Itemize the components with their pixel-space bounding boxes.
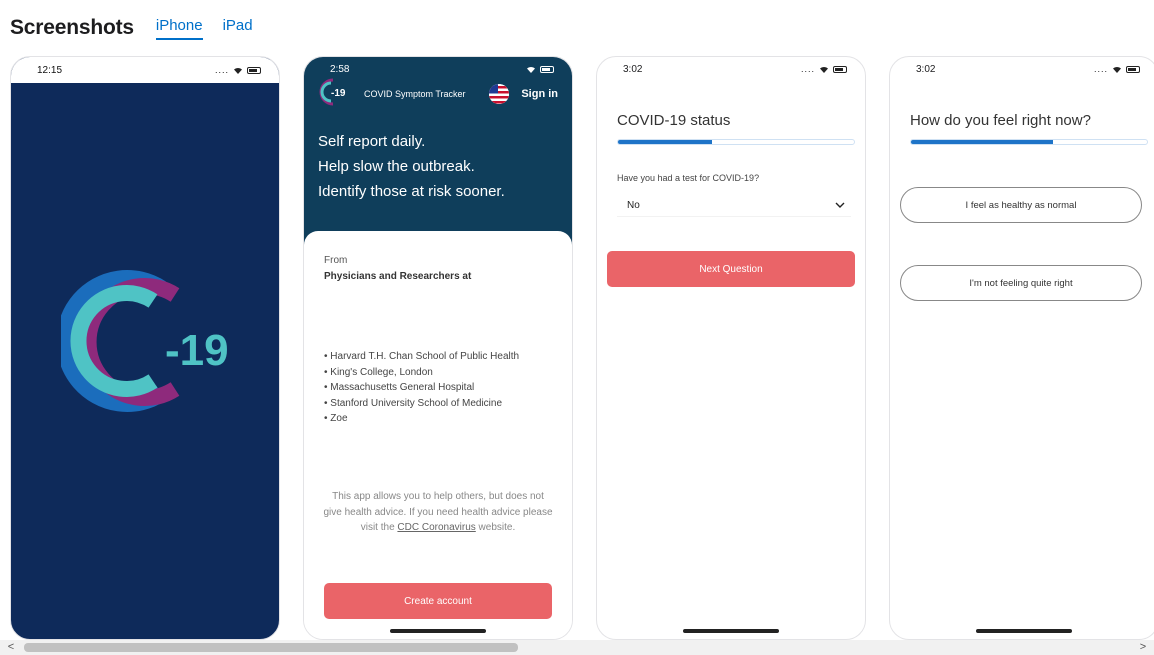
info-card: From Physicians and Researchers at Harva… bbox=[304, 231, 572, 639]
status-icons bbox=[526, 65, 554, 73]
tagline-line: Self report daily. bbox=[318, 133, 426, 150]
device-tabs: iPhone iPad bbox=[155, 17, 253, 40]
status-bar: 3:02 .... bbox=[597, 57, 865, 81]
signal-icon: .... bbox=[800, 64, 815, 74]
tagline: Self report daily. Help slow the outbrea… bbox=[318, 129, 505, 204]
disclaimer-text-end: website. bbox=[475, 522, 516, 533]
select-value: No bbox=[627, 200, 640, 211]
scrollbar-thumb[interactable] bbox=[24, 643, 518, 652]
horizontal-scrollbar[interactable]: < > bbox=[0, 640, 1154, 655]
status-time: 3:02 bbox=[623, 63, 643, 75]
app-logo-icon: -19 bbox=[318, 77, 354, 112]
healthy-option-button[interactable]: I feel as healthy as normal bbox=[900, 187, 1142, 223]
list-item: King's College, London bbox=[324, 365, 519, 381]
battery-icon bbox=[540, 65, 554, 73]
status-time: 12:15 bbox=[37, 64, 63, 76]
question-label: Have you had a test for COVID-19? bbox=[617, 173, 760, 183]
progress-bar bbox=[617, 139, 855, 145]
signal-icon: .... bbox=[214, 65, 229, 75]
page-title: COVID-19 status bbox=[617, 112, 731, 129]
sign-in-link[interactable]: Sign in bbox=[521, 88, 558, 100]
tagline-line: Help slow the outbreak. bbox=[318, 158, 475, 175]
app-store-screenshots: Screenshots iPhone iPad 12:15 .... -19 2… bbox=[0, 0, 1154, 655]
page-title: How do you feel right now? bbox=[910, 112, 1091, 129]
screenshot-welcome[interactable]: 2:58 -19 COVID Symptom Tracker Sign in S… bbox=[303, 56, 573, 640]
status-bar: 3:02 .... bbox=[890, 57, 1154, 81]
cdc-link[interactable]: CDC Coronavirus bbox=[397, 522, 475, 533]
status-bar: 12:15 .... bbox=[11, 57, 279, 83]
tab-ipad[interactable]: iPad bbox=[223, 17, 253, 40]
screenshots-header: Screenshots iPhone iPad bbox=[10, 8, 253, 40]
chevron-down-icon bbox=[835, 200, 845, 211]
app-bar: -19 COVID Symptom Tracker Sign in bbox=[318, 77, 558, 112]
logo-text: -19 bbox=[331, 88, 346, 99]
progress-bar bbox=[910, 139, 1148, 145]
welcome-hero: 2:58 -19 COVID Symptom Tracker Sign in S… bbox=[304, 57, 572, 247]
list-item: Harvard T.H. Chan School of Public Healt… bbox=[324, 349, 519, 365]
progress-fill bbox=[911, 140, 1053, 144]
home-indicator bbox=[976, 629, 1072, 633]
scroll-left-arrow[interactable]: < bbox=[4, 640, 18, 655]
status-icons: .... bbox=[215, 65, 261, 75]
scroll-right-arrow[interactable]: > bbox=[1136, 640, 1150, 655]
logo-text: -19 bbox=[165, 326, 229, 375]
wifi-icon bbox=[526, 65, 536, 73]
list-item: Zoe bbox=[324, 411, 519, 427]
list-item: Massachusetts General Hospital bbox=[324, 380, 519, 396]
signal-icon: .... bbox=[1093, 64, 1108, 74]
wifi-icon bbox=[819, 65, 829, 73]
home-indicator bbox=[683, 629, 779, 633]
screenshot-splash[interactable]: 12:15 .... -19 bbox=[10, 56, 280, 640]
battery-icon bbox=[247, 66, 261, 74]
list-item: Stanford University School of Medicine bbox=[324, 396, 519, 412]
battery-icon bbox=[1126, 65, 1140, 73]
disclaimer: This app allows you to help others, but … bbox=[322, 489, 554, 536]
tab-iphone[interactable]: iPhone bbox=[155, 17, 203, 40]
physicians-label: Physicians and Researchers at bbox=[324, 271, 472, 282]
progress-fill bbox=[618, 140, 713, 144]
test-select[interactable]: No bbox=[617, 195, 851, 217]
screenshot-covid-status[interactable]: 3:02 .... COVID-19 status Have you had a… bbox=[596, 56, 866, 640]
status-icons: .... bbox=[801, 64, 847, 74]
status-icons: .... bbox=[1094, 64, 1140, 74]
c19-logo: -19 bbox=[56, 267, 251, 422]
home-indicator bbox=[390, 629, 486, 633]
app-name: COVID Symptom Tracker bbox=[364, 89, 466, 99]
status-time: 3:02 bbox=[916, 63, 936, 75]
institution-list: Harvard T.H. Chan School of Public Healt… bbox=[324, 349, 519, 427]
battery-icon bbox=[833, 65, 847, 73]
us-flag-icon[interactable] bbox=[489, 84, 510, 104]
tagline-line: Identify those at risk sooner. bbox=[318, 183, 505, 200]
next-question-button[interactable]: Next Question bbox=[607, 251, 855, 287]
screenshot-how-do-you-feel[interactable]: 3:02 .... How do you feel right now? I f… bbox=[889, 56, 1154, 640]
section-title: Screenshots bbox=[10, 16, 134, 39]
status-time: 2:58 bbox=[330, 63, 350, 75]
from-label: From bbox=[324, 255, 348, 266]
create-account-button[interactable]: Create account bbox=[324, 583, 552, 619]
wifi-icon bbox=[233, 66, 243, 74]
wifi-icon bbox=[1112, 65, 1122, 73]
home-indicator bbox=[97, 629, 193, 633]
not-feeling-right-option-button[interactable]: I'm not feeling quite right bbox=[900, 265, 1142, 301]
